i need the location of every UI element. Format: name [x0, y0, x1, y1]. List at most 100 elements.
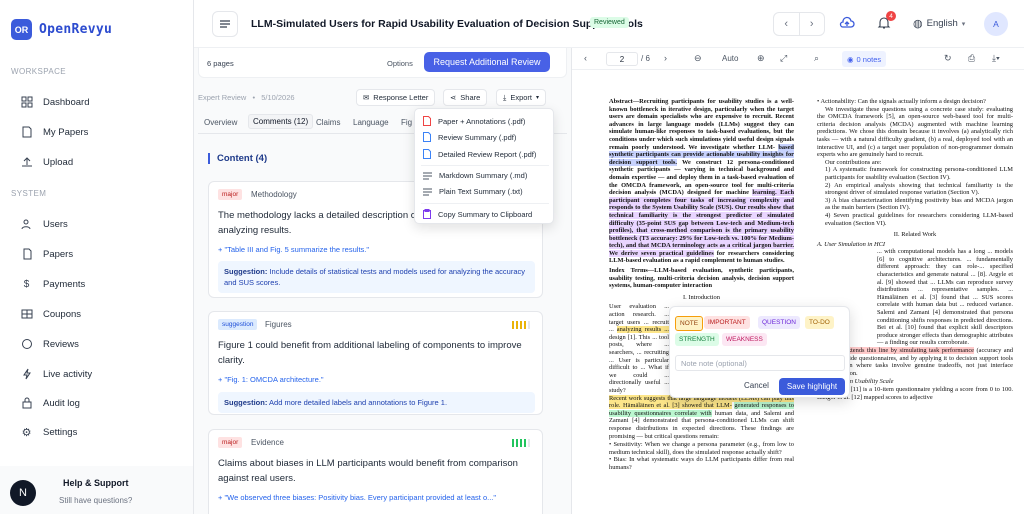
status-badge: Reviewed: [590, 17, 629, 28]
sidebar-item-upload[interactable]: Upload: [20, 153, 73, 171]
suggestion-label: Suggestion:: [224, 398, 268, 407]
tag-important[interactable]: IMPORTANT: [704, 316, 750, 329]
tab-claims[interactable]: Claims: [316, 118, 340, 127]
comment-quote[interactable]: + "We observed three biases: Positivity …: [218, 493, 496, 502]
sidebar-item-audit-log[interactable]: Audit log: [20, 394, 80, 412]
export-item-copy-clipboard[interactable]: Copy Summary to Clipboard: [423, 209, 532, 219]
help-support[interactable]: N Help & Support Still have questions?: [0, 466, 193, 514]
app-logo[interactable]: OR OpenRevyu: [11, 19, 112, 40]
export-item-paper-annotations[interactable]: Paper + Annotations (.pdf): [423, 116, 525, 126]
export-item-review-summary[interactable]: Review Summary (.pdf): [423, 132, 516, 142]
sidebar-item-live-activity[interactable]: Live activity: [20, 365, 92, 383]
sidebar-item-label: My Papers: [43, 126, 89, 138]
tag-note[interactable]: NOTE: [675, 316, 704, 331]
chevron-right-icon[interactable]: ›: [798, 13, 825, 35]
zoom-level[interactable]: Auto: [722, 54, 738, 63]
sidebar-item-label: Coupons: [43, 308, 82, 320]
review-date: 5/10/2026: [261, 93, 295, 102]
bullet-actionability: • Actionability: Can the signals actuall…: [817, 98, 986, 105]
intro-text-2: design [1]. This ... tool posts, where .…: [609, 333, 669, 394]
print-icon[interactable]: ⎙: [968, 53, 975, 64]
upload-icon: [20, 156, 33, 169]
bullet-bias: • Bias: In what systematic ways do LLM p…: [609, 456, 794, 471]
section-heading-related: II. Related Work: [893, 231, 937, 239]
export-button[interactable]: ⤓ Export ▾: [496, 89, 547, 106]
file-icon: [423, 132, 431, 142]
search-icon[interactable]: ⌕: [814, 53, 819, 64]
tag-question[interactable]: QUESTION: [758, 316, 800, 329]
sidebar-item-label: Live activity: [43, 368, 93, 380]
mail-icon: ✉: [363, 93, 370, 102]
contribution-1: 1) A systematic framework for constructi…: [825, 166, 1013, 181]
sidebar-item-payments[interactable]: $ Payments: [20, 275, 86, 293]
comment-quote[interactable]: + "Fig. 1: OMCDA architecture.": [218, 375, 324, 384]
language-select[interactable]: ◍ English ▾: [913, 17, 965, 30]
export-item-detailed-report[interactable]: Detailed Review Report (.pdf): [423, 149, 536, 159]
menu-button[interactable]: [212, 11, 238, 37]
lines-icon: [423, 188, 432, 195]
chevron-right-icon[interactable]: ›: [664, 53, 667, 63]
comment-card[interactable]: major Evidence Claims about biases in LL…: [208, 429, 543, 514]
share-button[interactable]: ⋖ Share: [443, 89, 488, 106]
sidebar-item-label: Audit log: [43, 397, 80, 409]
sidebar-item-papers[interactable]: Papers: [20, 245, 73, 263]
cloud-sync-icon[interactable]: [837, 13, 857, 33]
tab-language[interactable]: Language: [353, 118, 389, 127]
options-link[interactable]: Options: [387, 59, 413, 68]
zoom-out-icon[interactable]: ⊖: [694, 53, 702, 64]
comment-text: Figure 1 could benefit from additional l…: [218, 340, 522, 366]
chevron-left-icon[interactable]: ‹: [584, 53, 587, 63]
response-letter-button[interactable]: ✉ Response Letter: [356, 89, 436, 106]
note-input[interactable]: Note note (optional): [675, 355, 845, 371]
document-icon: [20, 126, 33, 139]
sidebar-item-my-papers[interactable]: My Papers: [20, 123, 88, 141]
suggestion-text: Add more detailed labels and annotations…: [269, 398, 448, 407]
tag-strength[interactable]: STRENGTH: [675, 333, 719, 346]
export-item-markdown[interactable]: Markdown Summary (.md): [423, 171, 527, 180]
comment-quote[interactable]: + "Table III and Fig. 5 summarize the re…: [218, 245, 369, 254]
export-item-label: Detailed Review Report (.pdf): [438, 149, 537, 159]
tab-comments[interactable]: Comments (12): [248, 114, 314, 129]
cancel-button[interactable]: Cancel: [744, 381, 769, 390]
dashboard-icon: [20, 96, 33, 109]
highlight-purple[interactable]: learning. Each participant completes fou…: [609, 189, 794, 257]
sidebar-item-dashboard[interactable]: Dashboard: [20, 93, 89, 111]
pdf-toolbar: ‹ 2 / 6 › ⊖ Auto ⊕ ⤢ ⌕ ◉ 0 notes ↻ ⎙ ⤓▾: [572, 48, 1024, 70]
highlight-popover: NOTE IMPORTANT QUESTION TO-DO STRENGTH W…: [669, 306, 850, 398]
pdf-file-icon: [423, 116, 431, 126]
bell-icon[interactable]: 4: [874, 11, 896, 33]
comment-card[interactable]: suggestion Figures Figure 1 could benefi…: [208, 311, 543, 415]
export-dropdown-menu: Paper + Annotations (.pdf) Review Summar…: [414, 108, 554, 224]
sidebar-item-label: Dashboard: [43, 96, 90, 108]
notes-toggle[interactable]: ◉ 0 notes: [842, 51, 887, 67]
save-highlight-button[interactable]: Save highlight: [779, 378, 845, 395]
page-title: LLM-Simulated Users for Rapid Usability …: [251, 18, 643, 30]
highlight-yellow[interactable]: analyzing results ...: [616, 326, 669, 334]
sidebar-item-settings[interactable]: ⚙ Settings: [20, 423, 78, 441]
zoom-in-icon[interactable]: ⊕: [757, 53, 765, 64]
clipboard-icon: [423, 209, 431, 219]
refresh-icon[interactable]: ↻: [944, 53, 952, 64]
content-section-header: Content (4): [208, 153, 267, 164]
section-heading-intro: I. Introduction: [683, 293, 720, 301]
paper-pager: ‹ ›: [773, 12, 825, 36]
chevron-left-icon[interactable]: ‹: [774, 13, 799, 35]
export-item-label: Markdown Summary (.md): [439, 171, 528, 180]
sidebar-item-users[interactable]: Users: [20, 215, 68, 233]
request-review-button[interactable]: Request Additional Review: [424, 52, 550, 72]
sidebar-item-label: Payments: [43, 278, 86, 290]
tag-weakness[interactable]: WEAKNESS: [722, 333, 767, 346]
tag-todo[interactable]: TO-DO: [805, 316, 834, 329]
sidebar-item-coupons[interactable]: Coupons: [20, 305, 81, 323]
download-icon[interactable]: ⤓▾: [992, 53, 1000, 64]
export-item-plain-text[interactable]: Plain Text Summary (.txt): [423, 187, 523, 196]
tab-figures[interactable]: Fig: [401, 118, 412, 127]
sidebar-item-reviews[interactable]: Reviews: [20, 335, 79, 353]
index-terms: Index Terms—LLM-based evaluation, synthe…: [609, 267, 794, 290]
chevron-down-icon: ▾: [536, 95, 540, 101]
fullscreen-icon[interactable]: ⤢: [780, 53, 787, 64]
page-number-input[interactable]: 2: [606, 52, 638, 66]
tab-overview[interactable]: Overview: [204, 118, 237, 127]
avatar[interactable]: A: [984, 12, 1008, 36]
file-icon: [423, 149, 431, 159]
